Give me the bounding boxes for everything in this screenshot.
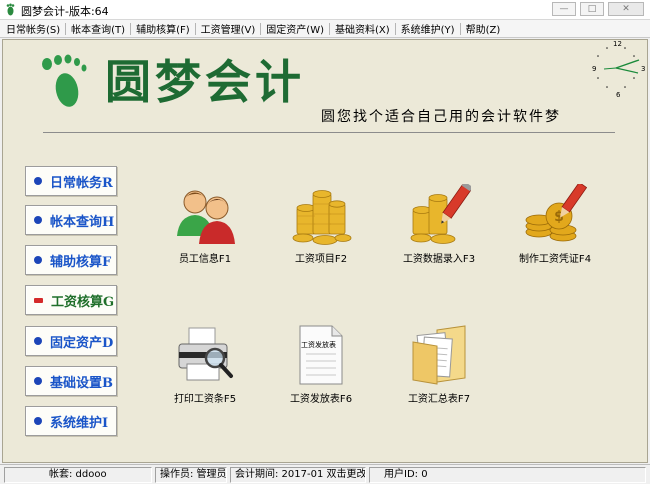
status-user-id: 用户ID: 0 — [369, 467, 646, 483]
menu-help[interactable]: 帮助(Z) — [462, 21, 505, 36]
slogan: 圆您找个适合自己用的会计软件梦 — [321, 109, 561, 125]
logo-text: 圆梦会计 — [105, 55, 305, 109]
nav-fixed-assets[interactable]: 固定资产D — [25, 326, 117, 356]
status-period[interactable]: 会计期间: 2017-01 双击更改 — [230, 467, 366, 483]
func-label: 工资项目F2 — [294, 254, 348, 265]
gold-coins-pencil-icon: $ — [525, 184, 587, 242]
nav-daily-accounts[interactable]: 日常帐务R — [25, 166, 117, 196]
func-label: 工资发放表F6 — [289, 394, 353, 405]
analog-clock: 12 3 6 9 — [589, 40, 645, 102]
menu-payroll[interactable]: 工资管理(V) — [197, 21, 260, 36]
document-icon: 工资发放表 — [298, 324, 344, 386]
divider — [43, 132, 615, 133]
func-label: 工资汇总表F7 — [407, 394, 471, 405]
nav-basic-settings[interactable]: 基础设置B — [25, 366, 117, 396]
func-print-payslip[interactable]: 打印工资条F5 — [157, 324, 253, 405]
nav-label: 系统维护I — [50, 415, 109, 431]
title-bar: 圆梦会计-版本:64 — □ ✕ — [0, 0, 650, 20]
nav-system-maintenance[interactable]: 系统维护I — [25, 406, 117, 436]
active-marker-icon — [34, 297, 43, 303]
func-label: 员工信息F1 — [178, 254, 232, 265]
status-ledger: 帐套: ddooo — [4, 467, 152, 483]
menu-basic-data[interactable]: 基础资料(X) — [331, 21, 394, 36]
func-payroll-items[interactable]: 工资项目F2 — [273, 184, 369, 265]
maximize-button[interactable]: □ — [580, 2, 604, 16]
footprint-logo-icon — [42, 54, 87, 107]
menu-bar: 日常帐务(S) 帐本查询(T) 辅助核算(F) 工资管理(V) 固定资产(W) … — [0, 20, 650, 38]
nav-payroll[interactable]: 工资核算G — [25, 285, 117, 315]
nav-label: 工资核算G — [51, 294, 115, 310]
nav-auxiliary[interactable]: 辅助核算F — [25, 245, 117, 275]
menu-fixed-assets[interactable]: 固定资产(W) — [262, 21, 328, 36]
func-make-voucher[interactable]: $ 制作工资凭证F4 — [507, 184, 603, 265]
nav-label: 辅助核算F — [50, 254, 112, 270]
coins-pencil-icon — [410, 184, 471, 244]
status-operator: 操作员: 管理员 — [155, 467, 227, 483]
nav-label: 固定资产D — [50, 335, 114, 351]
people-icon — [177, 190, 235, 244]
document-title: 工资发放表 — [301, 341, 336, 349]
menu-system[interactable]: 系统维护(Y) — [397, 21, 459, 36]
nav-label: 帐本查询H — [50, 214, 115, 230]
menu-auxiliary[interactable]: 辅助核算(F) — [132, 21, 194, 36]
folder-docs-icon — [412, 325, 466, 385]
func-label: 制作工资凭证F4 — [518, 254, 592, 265]
func-label: 工资数据录入F3 — [402, 254, 476, 265]
menu-ledger-query[interactable]: 帐本查询(T) — [67, 21, 129, 36]
bullet-icon — [34, 177, 42, 185]
menu-daily-accounts[interactable]: 日常帐务(S) — [2, 21, 64, 36]
bullet-icon — [34, 377, 42, 385]
app-logo-icon — [6, 3, 15, 16]
coins-icon — [292, 190, 352, 245]
clock-face-icon — [597, 47, 640, 88]
close-button[interactable]: ✕ — [608, 2, 644, 16]
nav-ledger-query[interactable]: 帐本查询H — [25, 205, 117, 235]
bullet-icon — [34, 337, 42, 345]
func-employee-info[interactable]: 员工信息F1 — [157, 184, 253, 265]
func-payroll-summary[interactable]: 工资汇总表F7 — [391, 324, 487, 405]
status-bar: 帐套: ddooo 操作员: 管理员 会计期间: 2017-01 双击更改 用户… — [0, 464, 650, 484]
minimize-button[interactable]: — — [552, 2, 576, 16]
nav-label: 日常帐务R — [50, 175, 113, 191]
bullet-icon — [34, 256, 42, 264]
nav-label: 基础设置B — [50, 375, 113, 391]
func-payroll-data-entry[interactable]: 工资数据录入F3 — [391, 184, 487, 265]
bullet-icon — [34, 216, 42, 224]
printer-magnifier-icon — [178, 327, 233, 381]
bullet-icon — [34, 417, 42, 425]
func-payroll-sheet[interactable]: 工资发放表 工资发放表F6 — [273, 324, 369, 405]
window-title: 圆梦会计-版本:64 — [21, 5, 109, 18]
main-panel: 圆梦会计 圆您找个适合自己用的会计软件梦 12 3 6 9 日常帐务R 帐本查询… — [2, 39, 648, 463]
func-label: 打印工资条F5 — [173, 394, 237, 405]
